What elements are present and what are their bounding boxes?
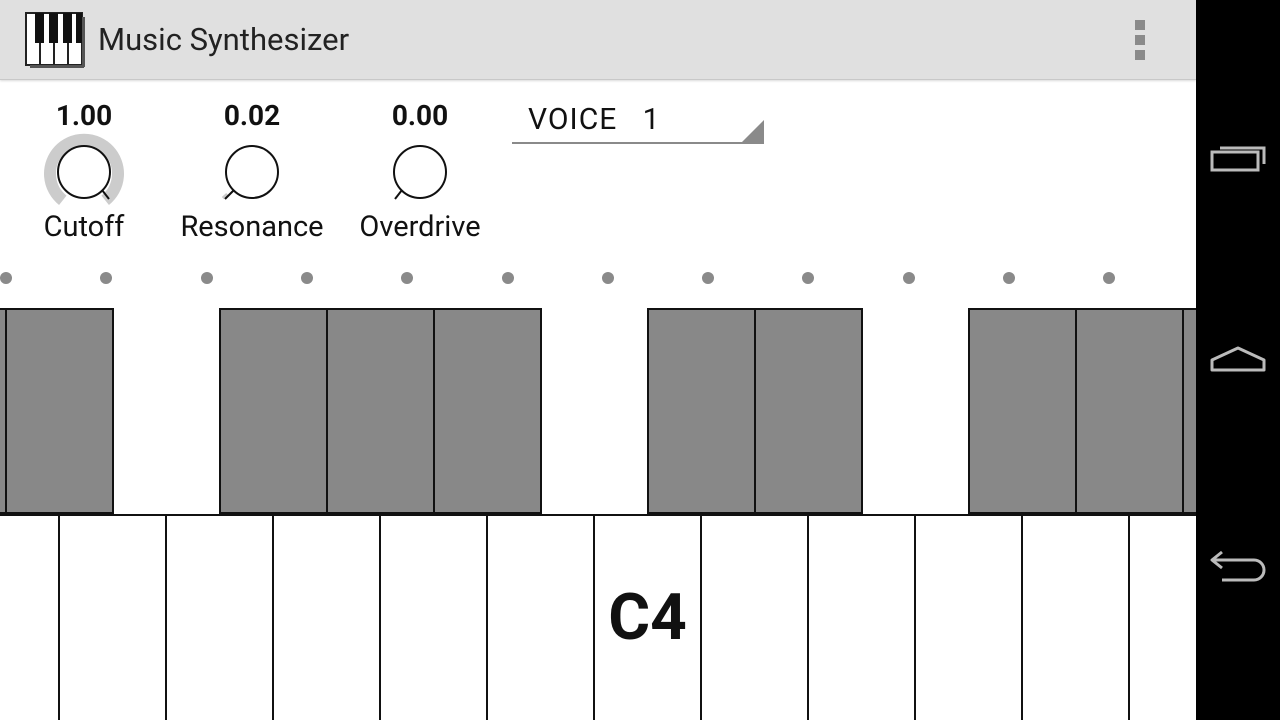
recent-apps-button[interactable] [1196,110,1280,210]
white-key[interactable] [0,516,59,720]
indicator-dot [902,272,915,284]
indicator-dot [1003,272,1015,284]
white-key[interactable] [165,516,273,720]
indicator-dot [1103,272,1116,284]
cutoff-label: Cutoff [43,210,125,244]
system-nav-bar [1196,0,1280,720]
white-key[interactable] [914,516,1022,720]
overdrive-knob[interactable]: 0.00 Overdrive [340,96,500,256]
piano-icon[interactable] [24,11,86,69]
resonance-dial-icon[interactable] [212,132,292,212]
indicator-dot [200,272,213,284]
back-button[interactable] [1196,510,1280,610]
c4-key-label: C4 [608,580,687,655]
white-keys-row: C4 [0,514,1196,720]
white-key[interactable] [700,516,808,720]
overdrive-label: Overdrive [359,210,481,244]
action-bar: Music Synthesizer [0,0,1196,80]
recent-apps-icon [1210,146,1266,172]
resonance-label: Resonance [180,210,324,244]
voice-spinner-underline [512,142,764,144]
overflow-menu-icon[interactable] [1122,14,1158,66]
voice-spinner[interactable]: VOICE 1 [512,96,764,146]
back-icon [1210,550,1266,582]
indicator-dot [300,272,313,284]
white-key[interactable] [272,516,380,720]
cutoff-dial-icon[interactable] [44,132,124,212]
indicator-dot [0,272,12,284]
app-screen: Music Synthesizer 1.00 Cutoff 0.02 Reson… [0,0,1196,720]
black-key[interactable] [219,308,328,514]
black-key[interactable] [326,308,435,514]
home-button[interactable] [1196,310,1280,410]
white-key[interactable] [807,516,915,720]
resonance-value: 0.02 [223,99,281,132]
overdrive-value: 0.00 [391,99,449,132]
black-key[interactable] [433,308,542,514]
indicator-dot [702,272,715,284]
indicator-dot [401,272,414,284]
black-key[interactable] [1075,308,1184,514]
indicator-dot [802,272,815,284]
black-key[interactable] [5,308,114,514]
white-key[interactable] [58,516,166,720]
white-key[interactable] [1128,516,1196,720]
white-key[interactable] [379,516,487,720]
piano-keyboard[interactable]: C4 [0,308,1196,720]
resonance-knob[interactable]: 0.02 Resonance [172,96,332,256]
voice-spinner-label: VOICE 1 [528,102,661,137]
black-key[interactable] [1182,308,1196,514]
overdrive-dial-icon[interactable] [380,132,460,212]
cutoff-knob[interactable]: 1.00 Cutoff [4,96,164,256]
cutoff-value: 1.00 [55,99,113,132]
black-key[interactable] [968,308,1077,514]
indicator-dot [601,272,614,284]
spinner-arrow-icon [740,120,764,144]
white-key[interactable] [486,516,594,720]
indicator-dot [100,272,113,284]
indicator-dot [501,272,514,284]
scroll-indicator-dots [0,270,1196,286]
app-title: Music Synthesizer [98,21,350,58]
black-key[interactable] [647,308,756,514]
home-icon [1210,346,1266,372]
white-key[interactable] [1021,516,1129,720]
black-key[interactable] [754,308,863,514]
